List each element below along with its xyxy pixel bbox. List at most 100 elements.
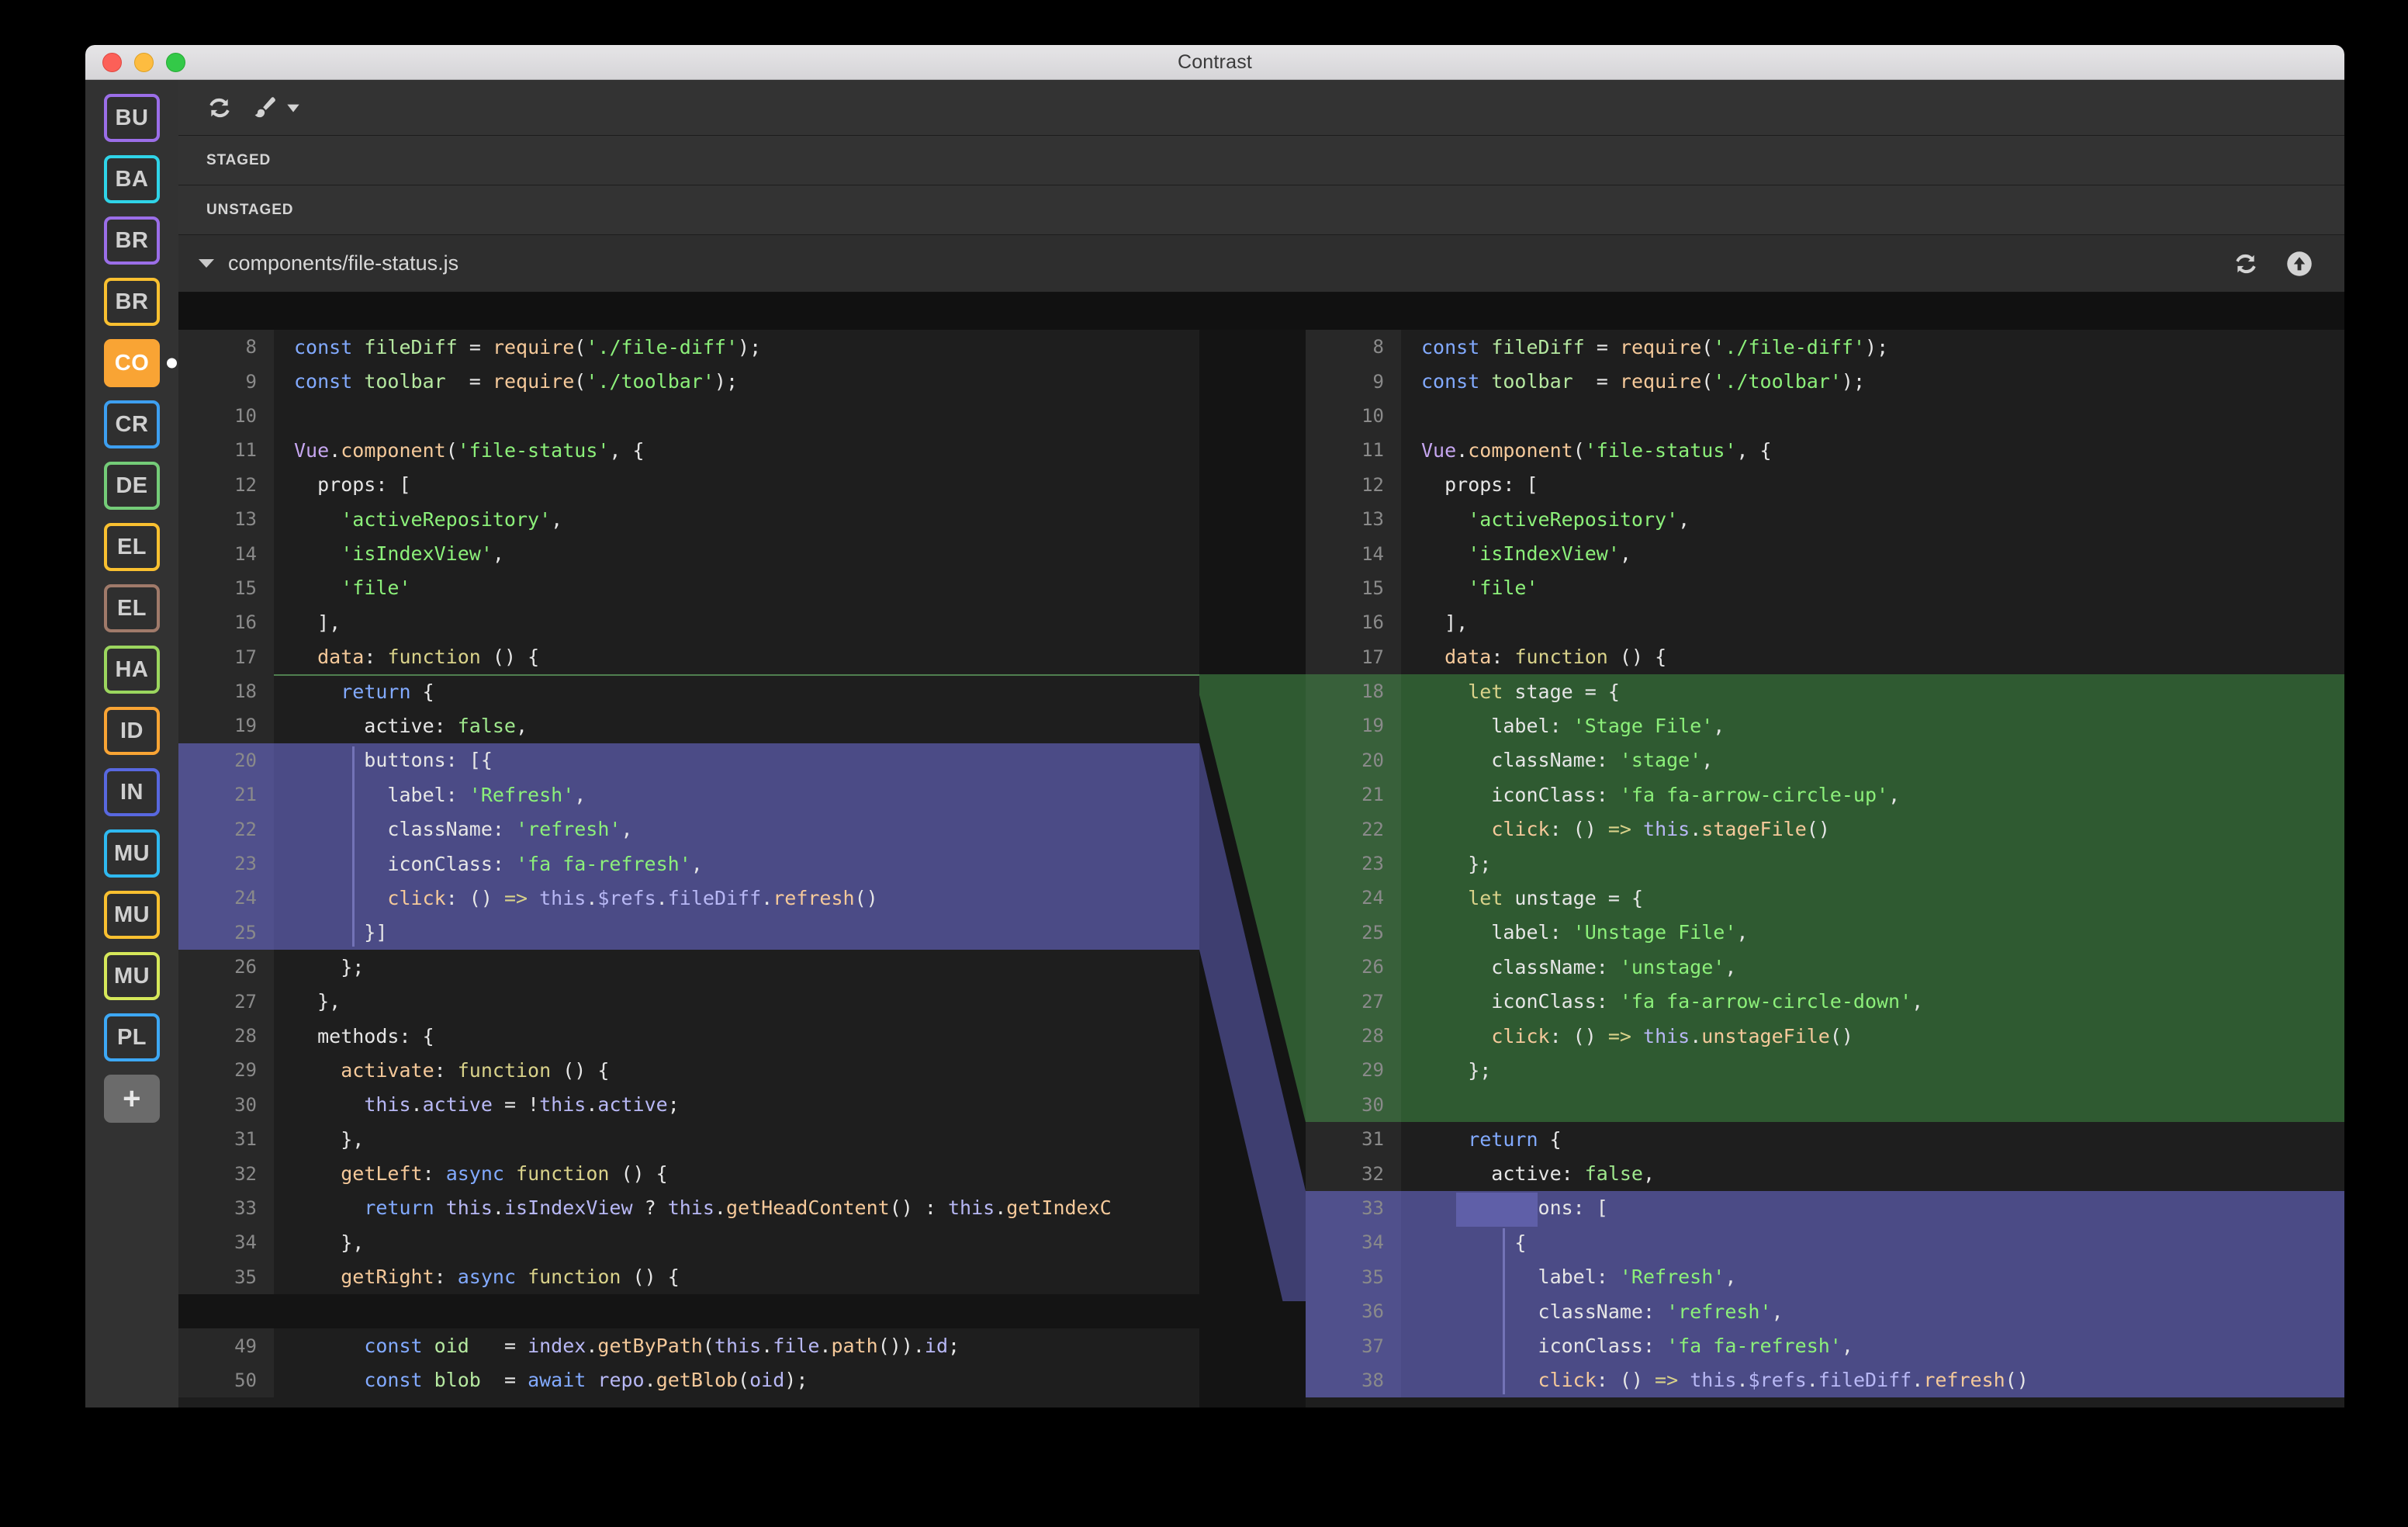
diff-line[interactable]: 13 'activeRepository', [1306,501,2344,537]
repository-badge[interactable]: EL [104,523,160,571]
toolbar-refresh-button[interactable] [206,95,233,121]
diff-line[interactable]: 8 const fileDiff = require('./file-diff')… [1306,330,2344,365]
repository-item-mu-14[interactable]: MU [104,952,160,1000]
repository-badge[interactable]: CO [104,339,160,387]
repository-badge[interactable]: MU [104,891,160,939]
diff-line[interactable]: 32 active: false, [1306,1156,2344,1191]
repository-badge[interactable]: PL [104,1013,160,1061]
repository-item-mu-13[interactable]: MU [104,891,160,939]
repository-item-br-3[interactable]: BR [104,278,160,326]
repository-item-br-2[interactable]: BR [104,216,160,265]
repository-item-pl-15[interactable]: PL [104,1013,160,1061]
diff-line[interactable]: 17 data: function () { [178,639,1199,674]
diff-line[interactable]: 34 }, [178,1225,1199,1260]
diff-line[interactable]: 28 methods: { [178,1018,1199,1054]
diff-line[interactable]: 24 click: () => this.$refs.fileDiff.refr… [178,881,1199,916]
repository-badge[interactable]: ID [104,707,160,755]
repository-badge[interactable]: DE [104,462,160,510]
arrow-circle-up-icon[interactable] [2285,250,2313,278]
diff-line[interactable]: 14 'isIndexView', [1306,536,2344,571]
diff-line[interactable]: 20 className: 'stage', [1306,743,2344,778]
diff-line[interactable]: 35 label: 'Refresh', [1306,1259,2344,1294]
refresh-icon[interactable] [2233,251,2259,277]
diff-line[interactable]: 12 props: [ [178,467,1199,502]
diff-line[interactable]: 22 className: 'refresh', [178,812,1199,847]
diff-line[interactable]: 25 label: 'Unstage File', [1306,915,2344,950]
repository-badge[interactable]: CR [104,400,160,448]
repository-item-el-7[interactable]: EL [104,523,160,571]
diff-line[interactable]: 18 let stage = { [1306,673,2344,709]
diff-line[interactable]: 27 }, [178,984,1199,1019]
diff-line[interactable]: 14 'isIndexView', [178,536,1199,571]
diff-line[interactable]: 34 { [1306,1225,2344,1260]
diff-line[interactable]: 20 buttons: [{ [178,743,1199,778]
section-unstaged[interactable]: UNSTAGED [178,185,2344,235]
diff-line[interactable]: 33 return this.isIndexView ? this.getHea… [178,1190,1199,1226]
diff-line[interactable]: 15 'file' [1306,570,2344,606]
diff-line[interactable]: 29 }; [1306,1053,2344,1088]
repository-item-ha-9[interactable]: HA [104,646,160,694]
diff-line[interactable]: 12 props: [ [1306,467,2344,502]
diff-line[interactable]: 16 ], [178,605,1199,640]
diff-line[interactable]: 29 activate: function () { [178,1053,1199,1088]
repository-badge[interactable]: BR [104,278,160,326]
repository-item-cr-5[interactable]: CR [104,400,160,448]
diff-line[interactable]: 28 click: () => this.unstageFile() [1306,1018,2344,1054]
diff-pane-right[interactable]: 8 const fileDiff = require('./file-diff')… [1306,293,2344,1408]
diff-line[interactable]: 11 Vue.component('file-status', { [1306,433,2344,468]
repository-item-mu-12[interactable]: MU [104,829,160,878]
file-header[interactable]: components/file-status.js [178,235,2344,293]
repository-item-ba-1[interactable]: BA [104,155,160,203]
diff-line[interactable]: 15 'file' [178,570,1199,606]
repository-badge[interactable]: BA [104,155,160,203]
diff-line[interactable]: 16 ], [1306,605,2344,640]
repository-badge[interactable]: HA [104,646,160,694]
repository-item-el-8[interactable]: EL [104,584,160,632]
diff-line[interactable]: 49 const oid = index.getByPath(this.file… [178,1328,1199,1363]
diff-line[interactable]: 25 }] [178,915,1199,950]
diff-line[interactable]: 27 iconClass: 'fa fa-arrow-circle-down', [1306,984,2344,1019]
diff-line[interactable]: 30 [1306,1087,2344,1122]
repository-item-bu-0[interactable]: BU [104,94,160,142]
diff-line[interactable]: 8 const fileDiff = require('./file-diff')… [178,330,1199,365]
diff-line[interactable]: 31 }, [178,1121,1199,1157]
diff-line[interactable]: 21 iconClass: 'fa fa-arrow-circle-up', [1306,777,2344,812]
repository-item-id-10[interactable]: ID [104,707,160,755]
diff-line[interactable]: 13 'activeRepository', [178,501,1199,537]
diff-line[interactable]: 19 label: 'Stage File', [1306,708,2344,743]
diff-line[interactable]: 50 const blob = await repo.getBlob(oid); [178,1363,1199,1398]
diff-line[interactable]: 18 return { [178,673,1199,709]
add-repository-item[interactable]: + [104,1075,160,1123]
diff-pane-left[interactable]: 8 const fileDiff = require('./file-diff')… [178,293,1199,1408]
diff-line[interactable]: 23 iconClass: 'fa fa-refresh', [178,846,1199,881]
diff-line[interactable]: 32 getLeft: async function () { [178,1156,1199,1191]
repository-item-co-4[interactable]: CO [104,339,177,387]
repository-badge[interactable]: BU [104,94,160,142]
diff-line[interactable]: 9 const toolbar = require('./toolbar'); [1306,364,2344,399]
diff-line[interactable]: 37 iconClass: 'fa fa-refresh', [1306,1328,2344,1363]
diff-line[interactable]: 17 data: function () { [1306,639,2344,674]
repository-badge[interactable]: MU [104,829,160,878]
diff-line[interactable]: 21 label: 'Refresh', [178,777,1199,812]
section-staged[interactable]: STAGED [178,136,2344,185]
diff-line[interactable]: 31 return { [1306,1121,2344,1157]
diff-line[interactable]: 24 let unstage = { [1306,881,2344,916]
diff-line[interactable]: 26 }; [178,950,1199,985]
diff-line[interactable]: 22 click: () => this.stageFile() [1306,812,2344,847]
diff-line[interactable]: 11 Vue.component('file-status', { [178,433,1199,468]
repository-badge[interactable]: EL [104,584,160,632]
diff-line[interactable] [178,1293,1199,1329]
repository-badge[interactable]: MU [104,952,160,1000]
repository-item-de-6[interactable]: DE [104,462,160,510]
repository-badge[interactable]: IN [104,768,160,816]
diff-line[interactable]: 9 const toolbar = require('./toolbar'); [178,364,1199,399]
diff-line[interactable]: 23 }; [1306,846,2344,881]
toolbar-brush-button[interactable] [251,95,302,121]
diff-line[interactable]: 30 this.active = !this.active; [178,1087,1199,1122]
diff-line[interactable]: 35 getRight: async function () { [178,1259,1199,1294]
caret-down-icon[interactable] [199,259,214,268]
diff-line[interactable]: 36 className: 'refresh', [1306,1293,2344,1329]
repository-item-in-11[interactable]: IN [104,768,160,816]
diff-line[interactable]: 10 [178,398,1199,434]
diff-line[interactable]: 10 [1306,398,2344,434]
